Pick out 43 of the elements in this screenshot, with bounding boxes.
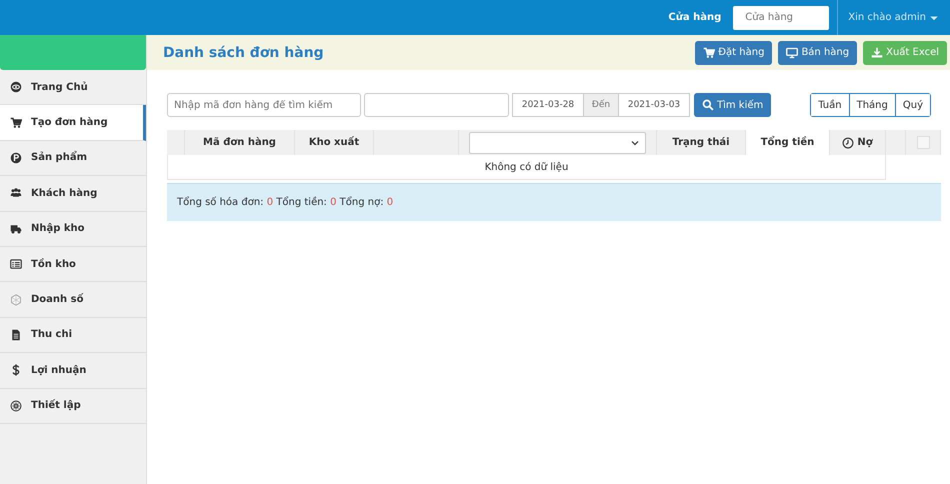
column-header: Mã đơn hàng [185, 130, 295, 155]
store-label: Cửa hàng [668, 12, 722, 23]
sidebar-item[interactable]: Thu chi [0, 318, 146, 354]
summary-text: Tổng số hóa đơn: 0 Tổng tiền: 0 Tổng nợ: 0 [177, 197, 394, 208]
input-field[interactable] [364, 93, 509, 117]
parking-icon [10, 152, 22, 164]
checkbox[interactable] [916, 136, 930, 149]
column-select[interactable] [469, 132, 646, 154]
date-field[interactable]: 2021-03-03 [618, 93, 690, 117]
empty-message: Không có dữ liệu [167, 155, 886, 180]
dollar-icon [10, 364, 22, 376]
clock-icon [842, 136, 854, 148]
date-field[interactable]: 2021-03-28 [512, 93, 584, 117]
store-select[interactable]: Cửa hàng [733, 6, 830, 30]
sidebar-item[interactable]: Nhập kho [0, 212, 146, 247]
sidebar-item[interactable]: Tạo đơn hàng [0, 105, 146, 141]
sidebar-item[interactable]: Khách hàng [0, 176, 146, 212]
document-icon [10, 328, 22, 341]
date-range-label: Đến [584, 93, 618, 117]
column-header: Nợ [857, 137, 873, 148]
column-header: Tổng tiền [746, 130, 830, 155]
list-icon [10, 258, 22, 270]
eye-icon [10, 81, 22, 94]
search-button[interactable]: Tìm kiếm [694, 93, 772, 117]
search-icon [702, 99, 714, 111]
page-title: Danh sách đơn hàng [163, 44, 325, 60]
column-header: Kho xuất [295, 130, 374, 155]
download-icon [871, 46, 884, 58]
gear-icon [10, 400, 22, 412]
sidebar-item[interactable]: Doanh số [0, 282, 146, 318]
users-icon [10, 187, 22, 200]
hexagon-icon [10, 294, 22, 306]
order-button[interactable]: Đặt hàng [695, 40, 772, 64]
sidebar-item[interactable]: Lợi nhuận [0, 353, 146, 389]
sell-button[interactable]: Bán hàng [778, 40, 858, 64]
cart-icon [703, 46, 716, 58]
monitor-icon [786, 46, 798, 58]
cart-icon [10, 116, 22, 129]
sidebar-item[interactable]: Tồn kho [0, 246, 146, 282]
sidebar-item[interactable]: Sản phẩm [0, 140, 146, 176]
sidebar-item[interactable]: Thiết lập [0, 388, 146, 424]
truck-icon [10, 222, 22, 235]
period-button[interactable]: Quý [894, 94, 930, 116]
